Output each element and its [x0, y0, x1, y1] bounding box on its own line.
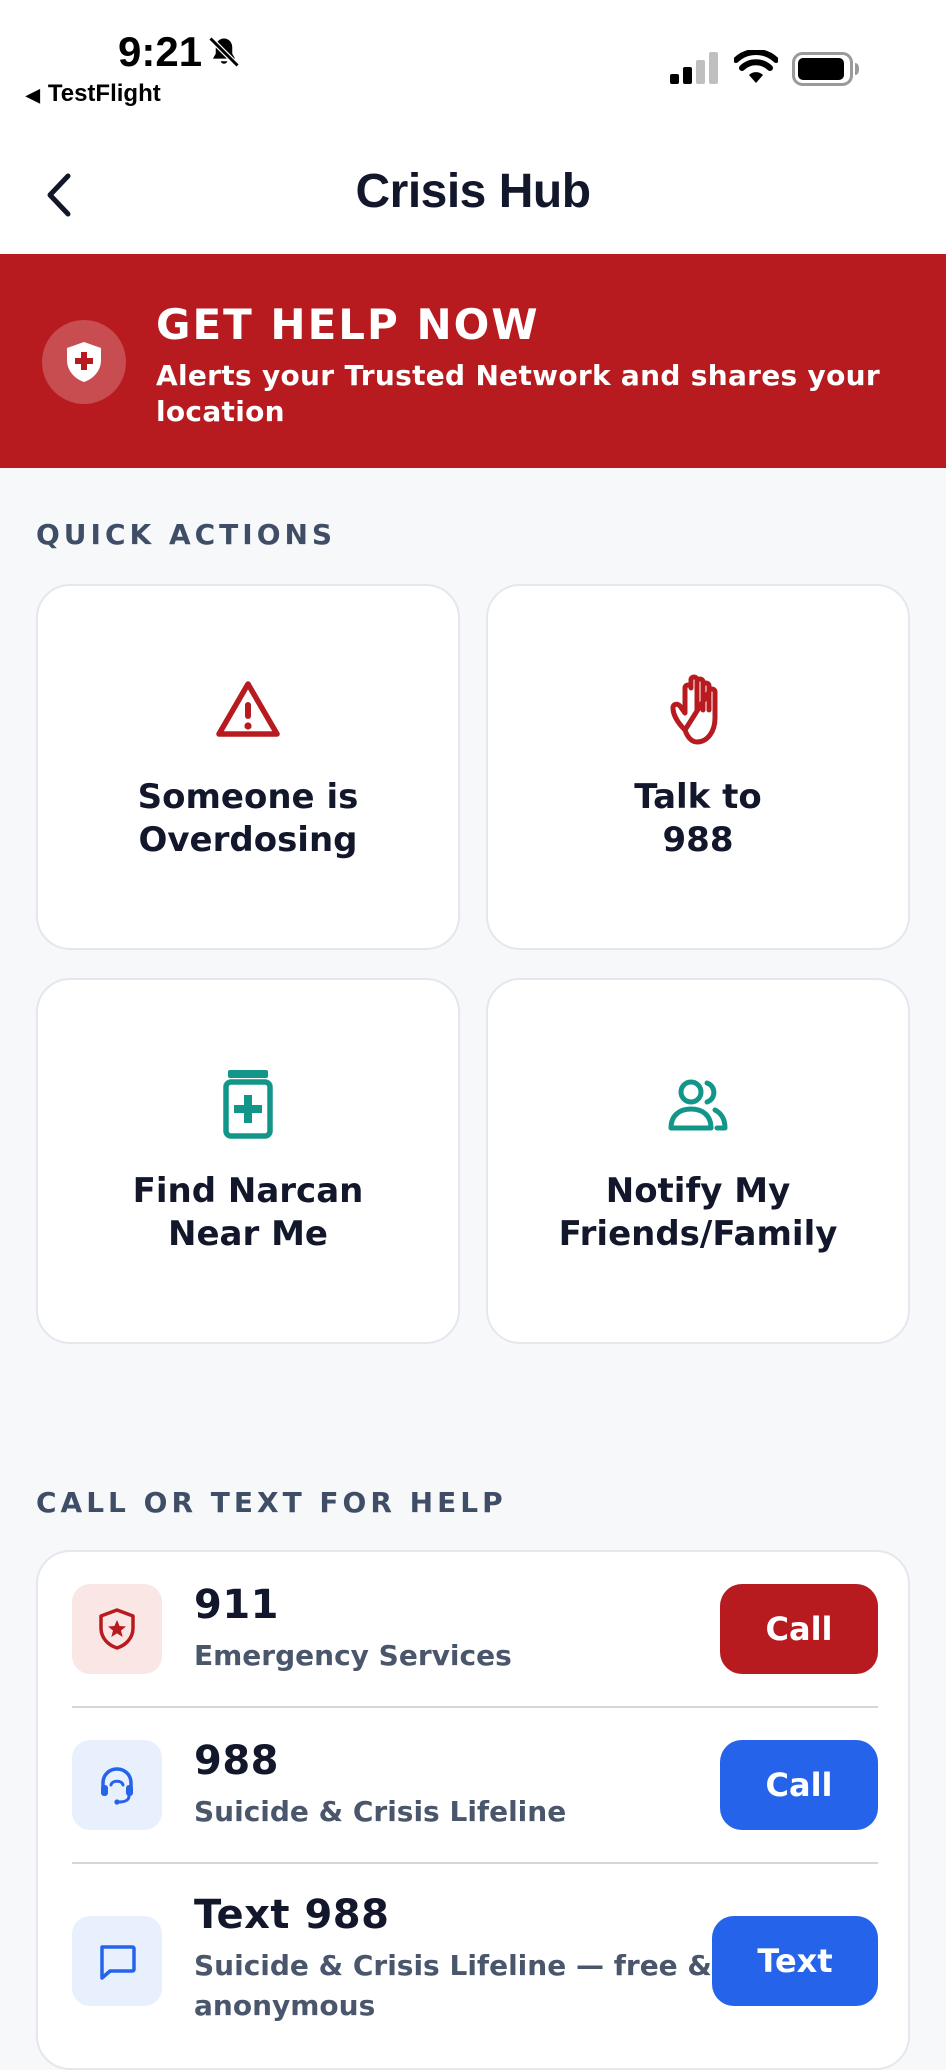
people-icon [668, 1079, 728, 1131]
contact-title: Text 988 [194, 1892, 390, 1938]
warning-triangle-icon [216, 681, 280, 737]
notify-friends-card[interactable]: Notify My Friends/Family [486, 978, 910, 1344]
contact-title: 988 [194, 1738, 279, 1784]
contact-icon-tile [72, 1584, 162, 1674]
someone-overdosing-card[interactable]: Someone is Overdosing [36, 584, 460, 950]
raised-hand-icon [670, 674, 718, 745]
back-triangle-icon: ◀ [26, 85, 40, 105]
contacts-panel: 911 Emergency Services Call 988 Suicide … [36, 1550, 910, 2070]
row-divider [72, 1862, 878, 1864]
contact-title: 911 [194, 1582, 279, 1628]
contact-icon-tile [72, 1740, 162, 1830]
quick-action-label: Someone is Overdosing [137, 777, 359, 860]
help-icon-circle [42, 320, 126, 404]
chat-bubble-icon [100, 1945, 136, 1980]
wifi-icon [734, 50, 778, 83]
headset-icon [101, 1767, 133, 1805]
quick-action-label: Find Narcan Near Me [132, 1171, 364, 1254]
cellular-signal-icon [670, 52, 718, 84]
help-title: GET HELP NOW [156, 300, 540, 349]
contact-subtitle: Emergency Services [194, 1639, 512, 1672]
shield-cross-icon [67, 342, 101, 382]
back-app-label: TestFlight [47, 80, 161, 107]
quick-actions-heading: QUICK ACTIONS [36, 518, 337, 551]
contact-subtitle: Suicide & Crisis Lifeline — free & anony… [194, 1949, 712, 2022]
find-narcan-card[interactable]: Find Narcan Near Me [36, 978, 460, 1344]
shield-star-icon [99, 1608, 135, 1650]
call-911-button[interactable]: Call [720, 1584, 878, 1674]
battery-icon [792, 52, 859, 86]
contact-subtitle: Suicide & Crisis Lifeline [194, 1795, 567, 1828]
text-988-button[interactable]: Text [712, 1916, 878, 2006]
talk-to-988-card[interactable]: Talk to 988 [486, 584, 910, 950]
get-help-now-button[interactable]: GET HELP NOW Alerts your Trusted Network… [0, 254, 946, 468]
status-bar: 9:21 ◀ TestFlight [0, 0, 946, 120]
help-subtitle: Alerts your Trusted Network and shares y… [156, 359, 880, 428]
quick-action-label: Notify My Friends/Family [558, 1171, 838, 1254]
bell-off-icon [208, 36, 240, 68]
contact-icon-tile [72, 1916, 162, 2006]
status-time: 9:21 [118, 28, 203, 75]
call-988-button[interactable]: Call [720, 1740, 878, 1830]
nav-bar: Crisis Hub [0, 120, 946, 254]
quick-action-label: Talk to 988 [634, 777, 762, 860]
back-to-app-link[interactable]: ◀ TestFlight [26, 80, 161, 108]
page-title: Crisis Hub [355, 165, 591, 218]
call-or-text-heading: CALL OR TEXT FOR HELP [36, 1486, 507, 1519]
medicine-kit-icon [223, 1070, 273, 1139]
row-divider [72, 1706, 878, 1708]
